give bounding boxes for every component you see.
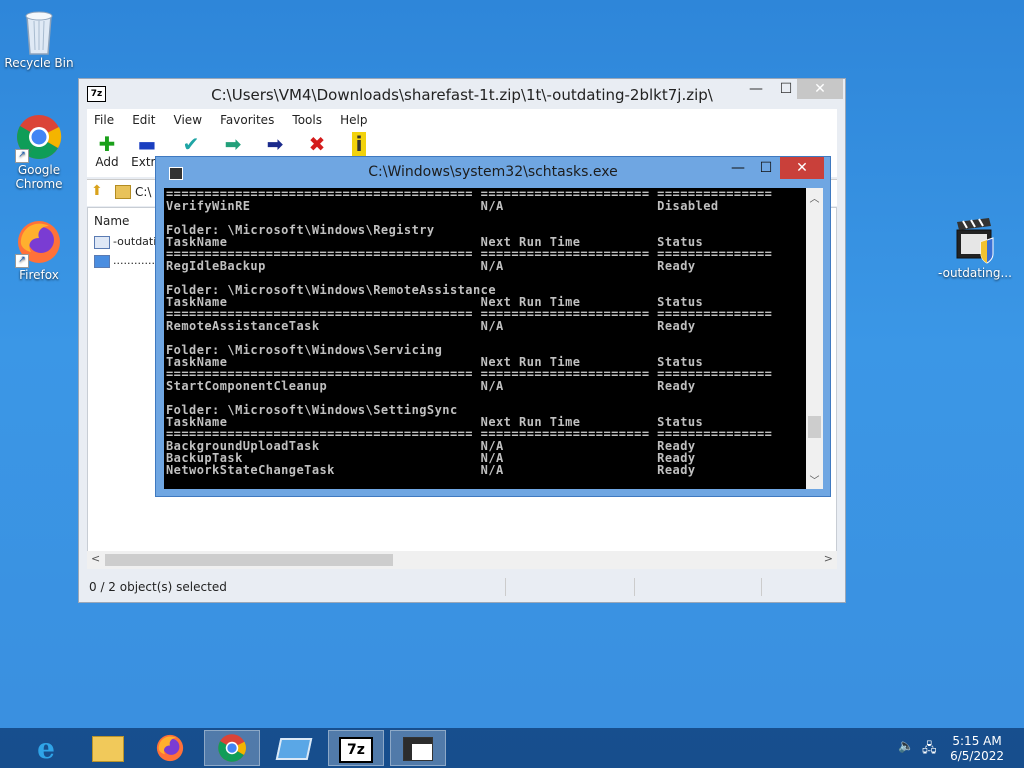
copy-arrow-icon: ➡	[224, 132, 242, 156]
delete-button[interactable]: ✖	[297, 133, 337, 155]
console-window: C:\Windows\system32\schtasks.exe — ☐ ✕ =…	[155, 156, 831, 497]
taskbar-internet-explorer[interactable]: e	[18, 730, 74, 766]
status-text: 0 / 2 object(s) selected	[89, 580, 227, 594]
up-folder-icon[interactable]: ⬆	[91, 183, 103, 199]
volume-muted-icon[interactable]: 🔈	[898, 739, 914, 754]
console-scroll-thumb[interactable]	[808, 416, 821, 438]
console-close-button[interactable]: ✕	[780, 157, 824, 179]
network-icon[interactable]: 🖧	[922, 739, 937, 761]
internet-explorer-icon: e	[37, 732, 55, 765]
console-icon	[403, 737, 433, 761]
console-minimize-button[interactable]: —	[724, 157, 752, 179]
taskbar-file-explorer[interactable]	[80, 730, 136, 766]
remote-desktop-icon	[275, 738, 313, 760]
file-icon	[94, 254, 110, 268]
status-bar: 0 / 2 object(s) selected	[87, 576, 837, 598]
info-button[interactable]: i	[339, 132, 379, 156]
menu-tools[interactable]: Tools	[285, 110, 328, 127]
move-button[interactable]: ➡	[255, 133, 295, 155]
list-item[interactable]: ............e	[94, 254, 162, 268]
console-maximize-button[interactable]: ☐	[752, 157, 780, 179]
minimize-button[interactable]: —	[741, 79, 771, 99]
console-vertical-scrollbar[interactable]: ︿ ﹀	[806, 188, 823, 489]
firefox-icon: ↗	[15, 218, 63, 268]
desktop-icon-outdating[interactable]: -outdating...	[937, 216, 1013, 280]
taskbar-remote-desktop[interactable]	[266, 730, 322, 766]
menu-edit[interactable]: Edit	[125, 110, 161, 127]
desktop-icon-label: Google Chrome	[15, 163, 63, 191]
scroll-down-arrow[interactable]: ﹀	[806, 472, 823, 487]
add-button[interactable]: ✚ Add	[87, 133, 127, 169]
taskbar-console[interactable]	[390, 730, 446, 766]
check-icon: ✔	[182, 132, 200, 156]
horizontal-scroll-thumb[interactable]	[105, 554, 393, 566]
sevenzip-titlebar[interactable]: 7z C:\Users\VM4\Downloads\sharefast-1t.z…	[79, 79, 845, 109]
chrome-icon	[218, 734, 246, 762]
scroll-up-arrow[interactable]: ︿	[806, 190, 823, 205]
minus-icon: ▬	[137, 132, 157, 156]
scroll-left-arrow[interactable]: <	[91, 552, 100, 565]
close-button[interactable]: ✕	[797, 79, 843, 99]
move-arrow-icon: ➡	[266, 132, 284, 156]
recycle-bin-icon	[15, 6, 63, 55]
taskbar-firefox[interactable]	[142, 730, 198, 766]
test-button[interactable]: ✔	[171, 133, 211, 155]
taskbar: e 7z 🔈 🖧 5:15 AM 6/5/2022	[0, 728, 1024, 768]
plus-icon: ✚	[98, 132, 116, 156]
desktop-icon-label: Firefox	[19, 268, 59, 282]
add-label: Add	[95, 155, 119, 169]
folder-icon	[92, 736, 124, 762]
desktop-icon-firefox[interactable]: ↗ Firefox	[1, 218, 77, 282]
desktop-icon-label: -outdating...	[938, 266, 1012, 280]
taskbar-chrome[interactable]	[204, 730, 260, 766]
taskbar-7zip[interactable]: 7z	[328, 730, 384, 766]
status-divider	[505, 578, 506, 596]
scroll-right-arrow[interactable]: >	[824, 552, 833, 565]
clock-date: 6/5/2022	[950, 749, 1004, 763]
chrome-icon: ↗	[15, 113, 63, 163]
console-output[interactable]: ========================================…	[164, 188, 806, 489]
folder-icon	[115, 185, 131, 199]
media-file-icon	[951, 216, 999, 264]
7zip-icon: 7z	[339, 737, 373, 763]
file-icon	[94, 235, 110, 249]
desktop-icon-label: Recycle Bin	[4, 56, 74, 70]
sevenzip-window-title: C:\Users\VM4\Downloads\sharefast-1t.zip\…	[211, 86, 713, 104]
clock-time: 5:15 AM	[952, 734, 1002, 748]
firefox-icon	[156, 734, 184, 762]
menu-file[interactable]: File	[87, 110, 120, 127]
status-divider	[761, 578, 762, 596]
status-divider	[634, 578, 635, 596]
info-icon: i	[339, 132, 379, 156]
menu-favorites[interactable]: Favorites	[213, 110, 280, 127]
delete-x-icon: ✖	[308, 132, 326, 156]
column-header-name[interactable]: Name	[94, 214, 129, 228]
console-text: ========================================…	[166, 188, 773, 477]
taskbar-clock[interactable]: 5:15 AM 6/5/2022	[950, 734, 1004, 764]
copy-button[interactable]: ➡	[213, 133, 253, 155]
menu-bar: File Edit View Favorites Tools Help	[87, 109, 837, 129]
desktop-icon-recycle-bin[interactable]: Recycle Bin	[1, 6, 77, 70]
menu-help[interactable]: Help	[333, 110, 373, 127]
menu-view[interactable]: View	[167, 110, 208, 127]
horizontal-scrollbar[interactable]: < >	[87, 551, 837, 569]
desktop-icon-chrome[interactable]: ↗ Google Chrome	[1, 113, 77, 191]
address-input[interactable]: C:\	[135, 185, 151, 199]
